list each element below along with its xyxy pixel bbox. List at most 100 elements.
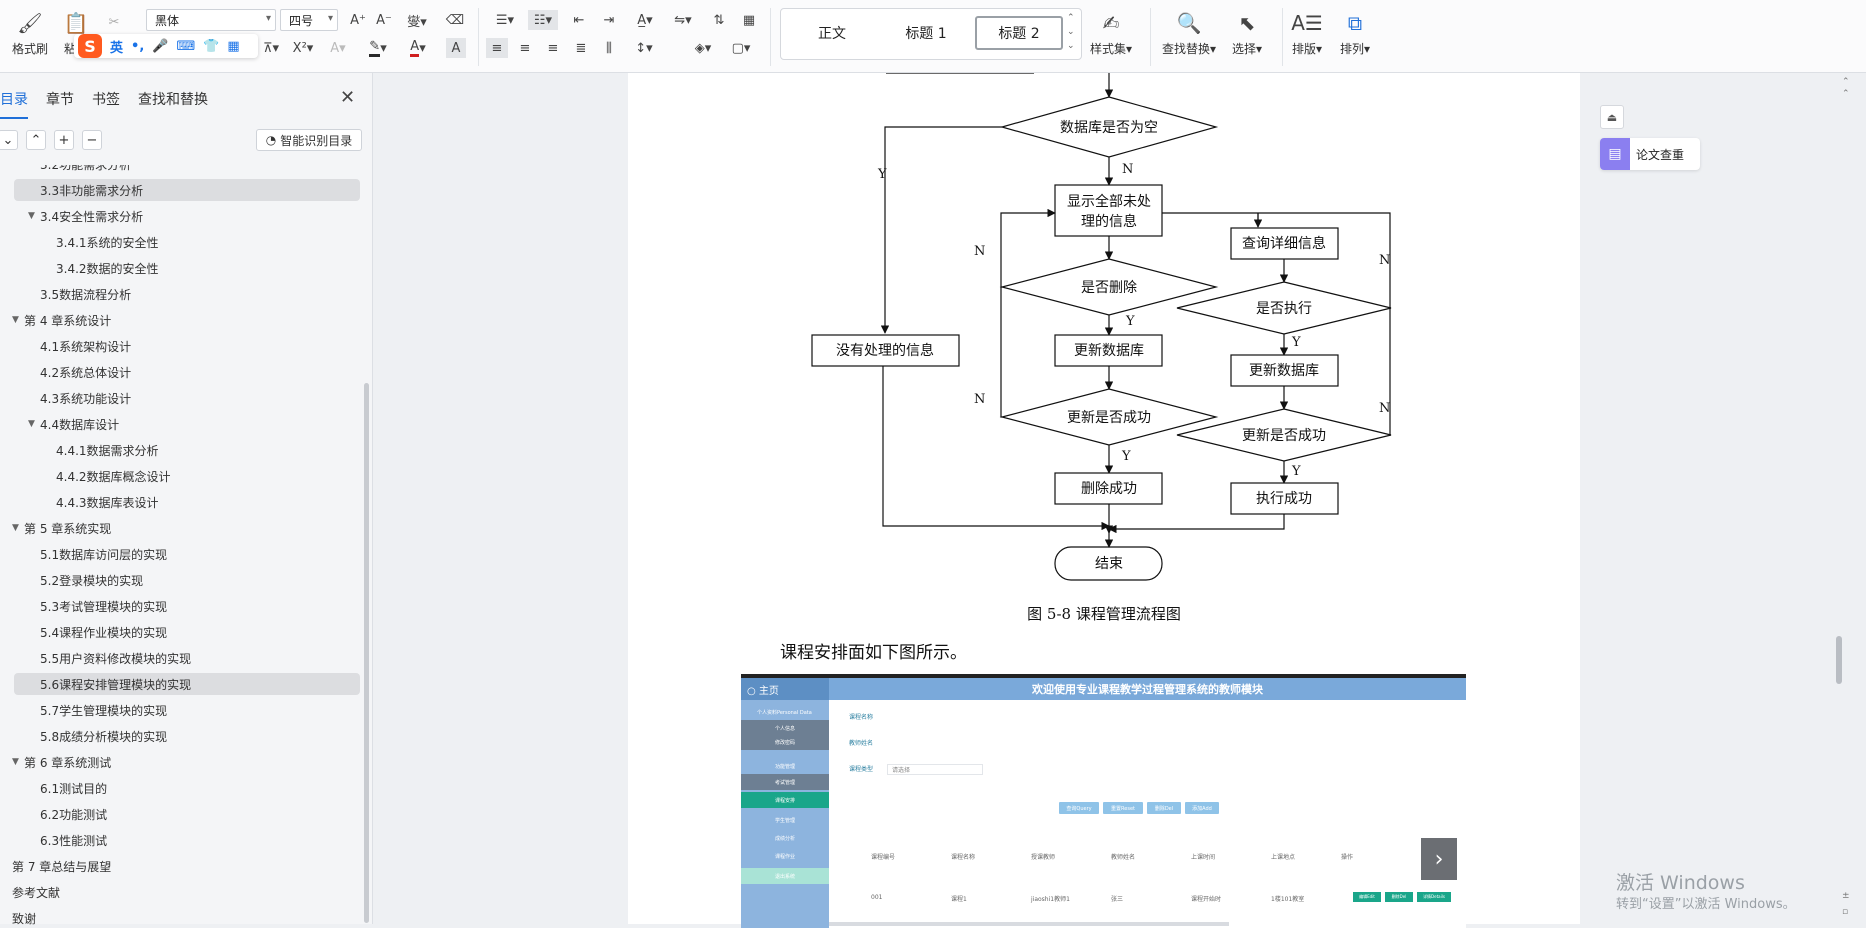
format-painter-button[interactable]: 🖌 格式刷 [12,10,48,57]
toolbox-icon[interactable]: ▦ [227,39,239,54]
toc-item[interactable]: 6.3性能测试 [0,829,360,851]
select-button[interactable]: ⬉ 选择▾ [1232,10,1262,57]
superscript-icon[interactable]: X²▾ [290,38,316,58]
bullet-list-icon[interactable]: ☰▾ [490,10,520,30]
ime-mode-toggle[interactable]: 英 [110,37,123,56]
toc-item[interactable]: 第 7 章总结与展望 [0,855,360,877]
toc-item[interactable]: 5.3考试管理模块的实现 [0,595,360,617]
page-up-icon[interactable]: ± [1842,891,1850,901]
border-icon[interactable]: ▢▾ [726,38,756,58]
style-heading-2[interactable]: 标题 2 [975,16,1063,50]
strike-icon[interactable]: ⊼▾ [262,38,280,58]
layout-button[interactable]: A☰ 排版▾ [1291,10,1323,57]
highlight-icon[interactable]: ✎ ▾ [364,38,392,58]
chevron-right-icon[interactable]: › [1421,838,1457,880]
tab-find-replace[interactable]: 查找和替换 [138,89,208,113]
distribute-icon[interactable]: ⫼ [598,38,620,58]
style-heading-1[interactable]: 标题 1 [881,16,971,50]
line-spacing-icon[interactable]: ↕▾ [628,38,660,58]
toc-item[interactable]: 4.4.3数据库表设计 [0,491,360,513]
expand-triangle-icon[interactable]: ▼ [12,523,24,533]
expand-triangle-icon[interactable]: ▼ [28,211,40,221]
toc-item[interactable]: 3.5数据流程分析 [0,283,360,305]
cut-icon[interactable]: ✂ [104,12,124,32]
align-right-icon[interactable]: ≡ [542,38,564,58]
sidebar-scrollbar[interactable] [364,383,369,923]
toc-item[interactable]: 6.1测试目的 [0,777,360,799]
toc-item[interactable]: 参考文献 [0,881,360,903]
toc-item[interactable]: 5.5用户资料修改模块的实现 [0,647,360,669]
align-center-icon[interactable]: ≡ [514,38,536,58]
plagiarism-check-button[interactable]: ▤ 论文查重 [1600,138,1700,170]
toc-item[interactable]: 4.4.1数据需求分析 [0,439,360,461]
toc-item[interactable]: 5.8成绩分析模块的实现 [0,725,360,747]
tab-sections[interactable]: 章节 [46,89,74,113]
toc-item[interactable]: 4.1系统架构设计 [0,335,360,357]
toc-item[interactable]: ▼ 3.4安全性需求分析 [0,205,360,227]
style-normal[interactable]: 正文 [787,16,877,50]
text-effect-icon[interactable]: A▾ [326,38,350,58]
justify-icon[interactable]: ≣ [570,38,592,58]
align-left-icon[interactable]: ≡ [486,38,508,58]
toc-item[interactable]: 3.2功能需求分析 [0,165,360,175]
ime-logo-icon[interactable]: S [78,34,102,58]
remove-heading-icon[interactable]: − [82,130,102,150]
text-direction-icon[interactable]: ⇋▾ [668,10,698,30]
scroll-up-icon[interactable]: ⌃ [1842,77,1850,87]
arrange-button[interactable]: ⧉ 排列▾ [1340,10,1370,57]
vertical-scroll-thumb[interactable] [1836,636,1842,684]
toc-item[interactable]: 3.4.2数据的安全性 [0,257,360,279]
microphone-icon[interactable]: 🎤 [152,39,168,54]
style-scroll-icon[interactable]: ⌃ ⌄ ⌄ [1067,11,1075,53]
page-down-icon[interactable]: ▫ [1842,907,1848,917]
toc-item[interactable]: 5.4课程作业模块的实现 [0,621,360,643]
toc-item[interactable]: 6.2功能测试 [0,803,360,825]
toc-item[interactable]: 3.3非功能需求分析 [14,179,360,201]
punctuation-icon[interactable]: •, [131,39,144,54]
collapse-pane-icon[interactable]: ⏏ [1600,105,1624,129]
indent-icon[interactable]: ⇥ [598,10,620,30]
clear-format-icon[interactable]: ⌫ [444,10,466,30]
font-name-select[interactable]: 黑体 ▾ [146,9,276,31]
find-replace-button[interactable]: 🔍 查找替换▾ [1162,10,1216,57]
keyboard-icon[interactable]: ⌨ [176,39,195,54]
toc-item[interactable]: 致谢 [0,907,360,926]
embedded-screenshot[interactable]: ○ 主页 欢迎使用专业课程教学过程管理系统的教师模块 个人资料Personal … [741,674,1466,928]
toc-item[interactable]: 3.4.1系统的安全性 [0,231,360,253]
grow-font-icon[interactable]: A⁺ [348,10,368,30]
numbered-list-icon[interactable]: ☷▾ [528,10,558,30]
toc-item[interactable]: 4.3系统功能设计 [0,387,360,409]
expand-triangle-icon[interactable]: ▼ [12,757,24,767]
toc-item[interactable]: ▼ 第 4 章系统设计 [0,309,360,331]
table-insert-icon[interactable]: ▦ [738,10,760,30]
tab-toc[interactable]: 目录 [0,89,28,119]
style-set-button[interactable]: ✍ 样式集▾ [1090,10,1132,57]
expand-level-icon[interactable]: ⌄ [0,130,18,150]
toc-item[interactable]: ▼ 4.4数据库设计 [0,413,360,435]
outdent-icon[interactable]: ⇤ [568,10,590,30]
close-icon[interactable]: ✕ [340,87,355,108]
toc-item[interactable]: 5.6课程安排管理模块的实现 [14,673,360,695]
skin-icon[interactable]: 👕 [203,39,219,54]
smart-toc-button[interactable]: ◔ 智能识别目录 [256,129,362,151]
scroll-up-icon[interactable]: ⌃ [1842,89,1850,99]
toc-item[interactable]: 4.2系统总体设计 [0,361,360,383]
toc-item[interactable]: ▼ 第 5 章系统实现 [0,517,360,539]
toc-item[interactable]: 5.7学生管理模块的实现 [0,699,360,721]
char-spacing-icon[interactable]: A̲▾ [630,10,660,30]
toc-item[interactable]: 5.2登录模块的实现 [0,569,360,591]
add-heading-icon[interactable]: + [54,130,74,150]
char-shading-icon[interactable]: A [446,38,466,58]
expand-triangle-icon[interactable]: ▼ [28,419,40,429]
font-size-select[interactable]: 四号 ▾ [280,9,338,31]
toc-item[interactable]: 4.4.2数据库概念设计 [0,465,360,487]
collapse-up-icon[interactable]: ⌃ [26,130,46,150]
sort-icon[interactable]: ⇅ [708,10,730,30]
font-color-icon[interactable]: A ▾ [404,38,432,58]
shading-icon[interactable]: ◈▾ [688,38,718,58]
toc-item[interactable]: 5.1数据库访问层的实现 [0,543,360,565]
tab-bookmarks[interactable]: 书签 [92,89,120,113]
expand-triangle-icon[interactable]: ▼ [12,315,24,325]
shrink-font-icon[interactable]: A⁻ [374,10,394,30]
phonetic-icon[interactable]: 燮▾ [402,10,432,30]
